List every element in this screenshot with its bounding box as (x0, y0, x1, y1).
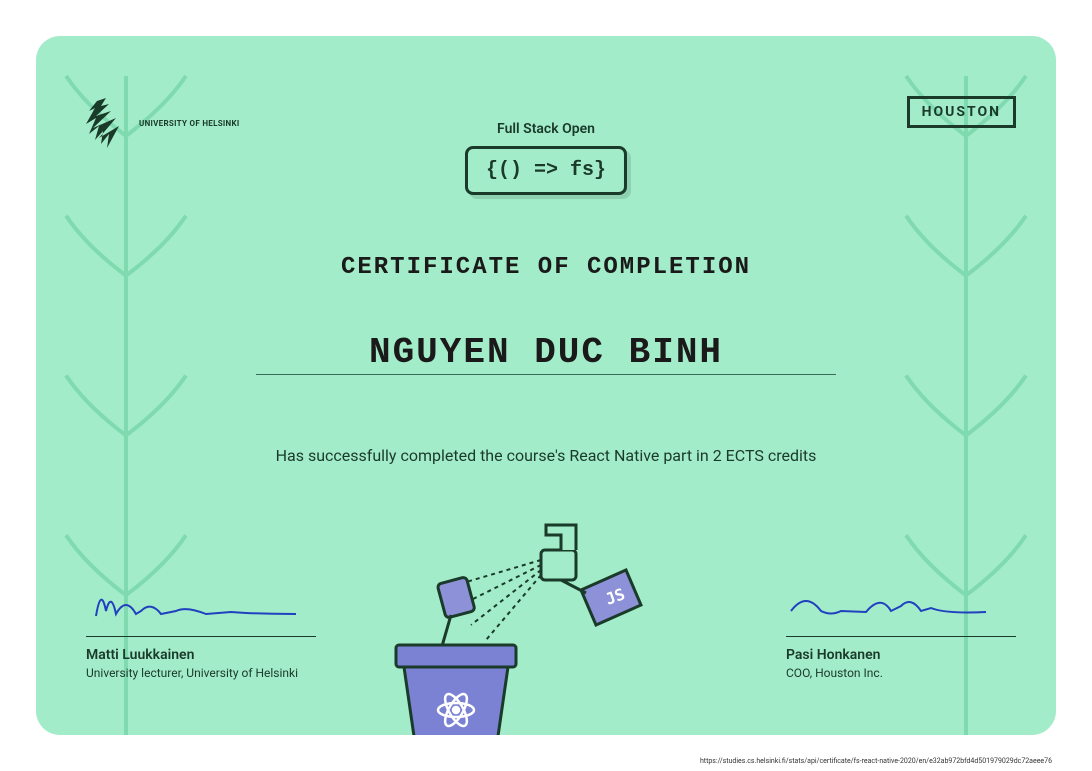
recipient-name: NGUYEN DUC BINH (369, 332, 723, 373)
signer-name-left: Matti Luukkainen (86, 647, 316, 663)
signer-name-right: Pasi Honkanen (786, 647, 1016, 663)
completion-statement: Has successfully completed the course's … (36, 446, 1056, 465)
verification-url: https://studies.cs.helsinki.fi/stats/api… (700, 757, 1052, 766)
university-name: UNIVERSITY OF HELSINKI (139, 119, 240, 128)
signature-divider (786, 636, 1016, 637)
signature-image-left (86, 576, 306, 626)
signer-title-right: COO, Houston Inc. (786, 666, 1016, 680)
university-logo: UNIVERSITY OF HELSINKI (81, 96, 240, 151)
name-divider (256, 374, 836, 375)
partner-logo: HOUSTON (907, 96, 1016, 128)
plant-spray-illustration: JS (386, 515, 706, 735)
signature-block-right: Pasi Honkanen COO, Houston Inc. (786, 576, 1016, 680)
helsinki-flame-icon (81, 96, 131, 151)
course-code-logo: {() => fs} (465, 146, 627, 195)
certificate-card: UNIVERSITY OF HELSINKI HOUSTON Full Stac… (36, 36, 1056, 735)
signer-title-left: University lecturer, University of Helsi… (86, 666, 316, 680)
signature-block-left: Matti Luukkainen University lecturer, Un… (86, 576, 316, 680)
signature-divider (86, 636, 316, 637)
course-name: Full Stack Open (497, 121, 595, 137)
certificate-title: CERTIFICATE OF COMPLETION (341, 254, 751, 281)
signature-image-right (786, 576, 1006, 626)
